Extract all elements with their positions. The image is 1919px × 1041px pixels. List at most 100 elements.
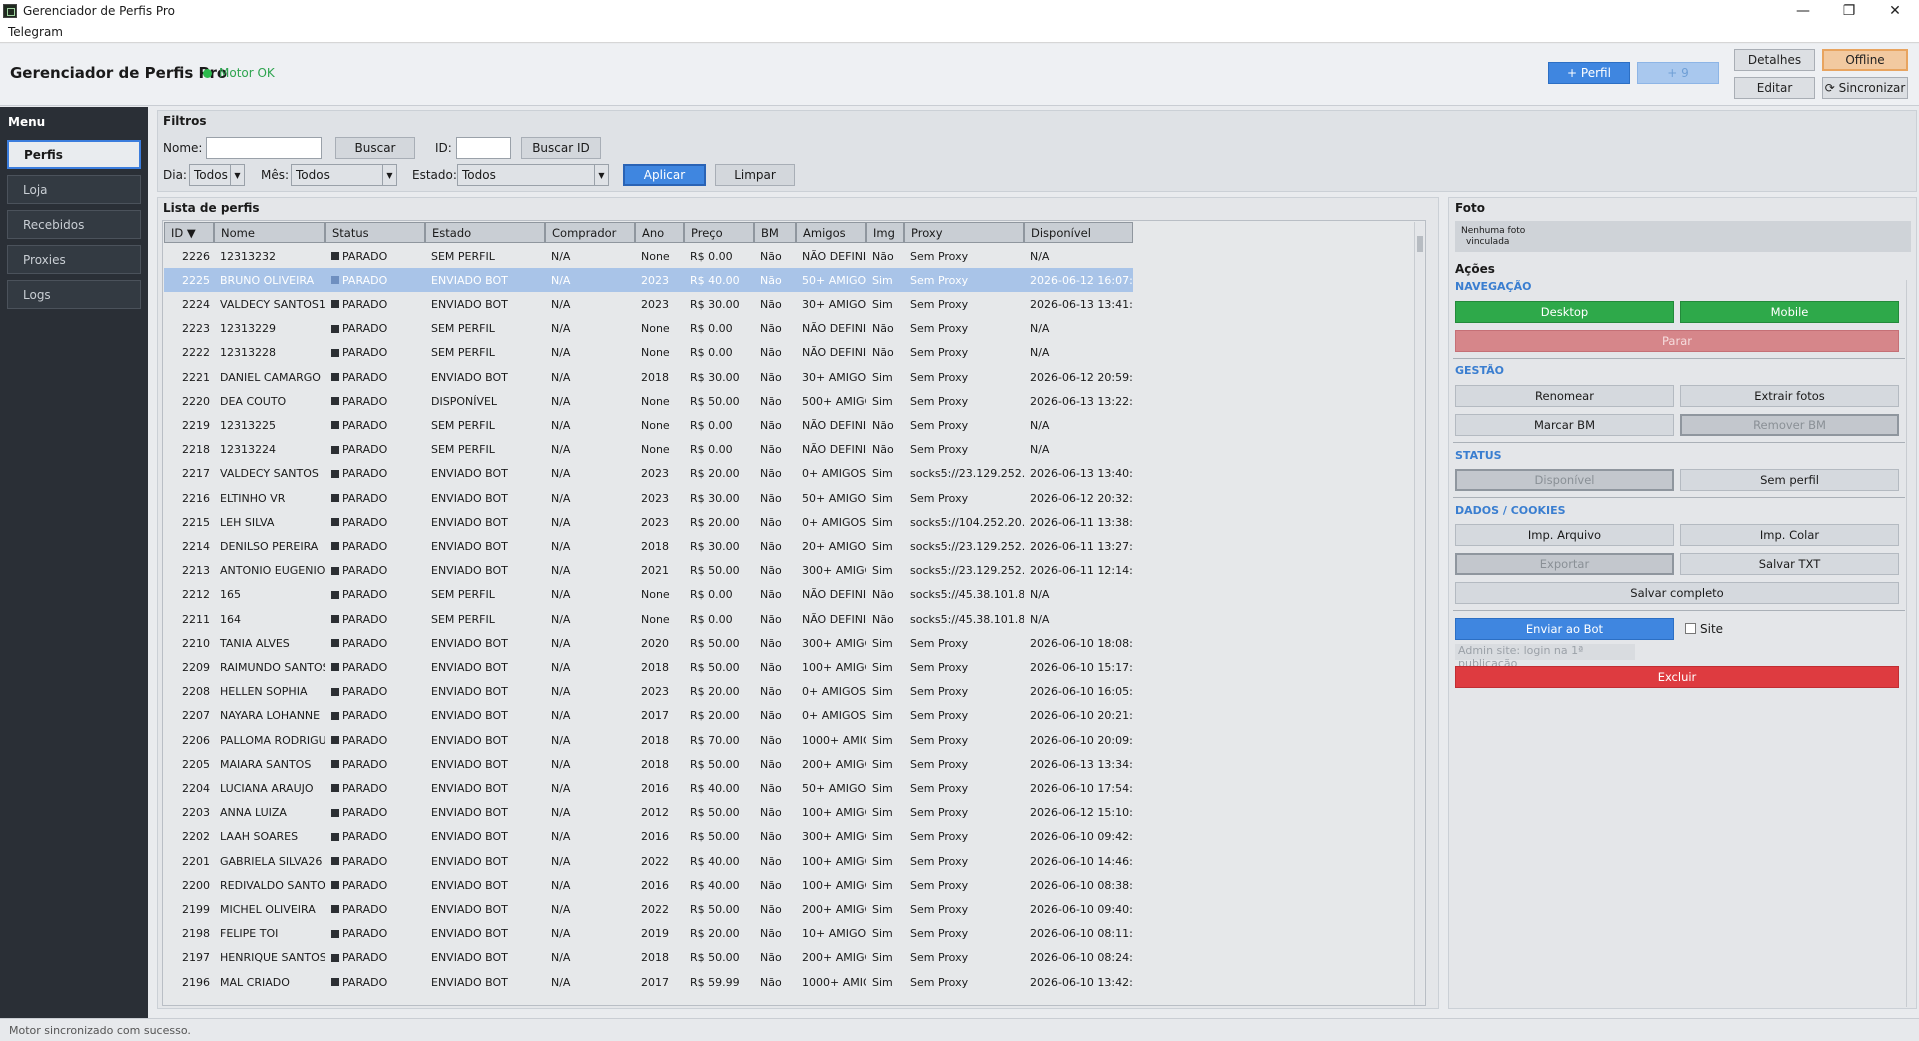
column-header-status[interactable]: Status <box>325 222 425 243</box>
mobile-button[interactable]: Mobile <box>1680 301 1899 323</box>
close-button[interactable]: ✕ <box>1872 0 1918 22</box>
sidebar-item-perfis[interactable]: Perfis <box>7 140 141 169</box>
parar-button[interactable]: Parar <box>1455 330 1899 352</box>
table-row[interactable]: 2215 LEH SILVA PARADO ENVIADO BOT N/A 2023 R$ … <box>164 510 1133 534</box>
table-row[interactable]: 2224 VALDECY SANTOS1 PARADO ENVIADO BOT N/A 2… <box>164 292 1133 316</box>
table-row[interactable]: 2207 NAYARA LOHANNE PARADO ENVIADO BOT N/A 20… <box>164 704 1133 728</box>
detalhes-button[interactable]: Detalhes <box>1734 49 1815 71</box>
column-header-id[interactable]: ID ▼ <box>164 222 214 243</box>
table-row[interactable]: 2225 BRUNO OLIVEIRA PARADO ENVIADO BOT N/A 20… <box>164 268 1133 293</box>
nome-input[interactable] <box>206 137 322 159</box>
add-nine-button[interactable]: + 9 <box>1637 62 1719 84</box>
buscar-button[interactable]: Buscar <box>335 137 415 159</box>
maximize-button[interactable]: ❐ <box>1826 0 1872 22</box>
sidebar-item-logs[interactable]: Logs <box>7 280 141 309</box>
column-header-img[interactable]: Img <box>866 222 904 243</box>
menu-telegram[interactable]: Telegram <box>8 25 63 39</box>
exportar-button[interactable]: Exportar <box>1455 553 1674 575</box>
table-row[interactable]: 2218 12313224 PARADO SEM PERFIL N/A None R$ 0.… <box>164 438 1133 462</box>
minimize-button[interactable]: — <box>1780 0 1826 22</box>
cell-comprador: N/A <box>551 515 571 529</box>
table-row[interactable]: 2200 REDIVALDO SANTOS PARADO ENVIADO BOT N/A… <box>164 873 1133 897</box>
table-row[interactable]: 2219 12313225 PARADO SEM PERFIL N/A None R$ 0.… <box>164 413 1133 437</box>
sidebar-item-loja[interactable]: Loja <box>7 175 141 204</box>
table-row[interactable]: 2198 FELIPE TOI PARADO ENVIADO BOT N/A 2019 R$… <box>164 922 1133 946</box>
table-row[interactable]: 2205 MAIARA SANTOS PARADO ENVIADO BOT N/A 201… <box>164 752 1133 776</box>
profiles-table[interactable]: ID ▼ Nome Status Estado Comprador Ano Preço BM A… <box>162 220 1426 1006</box>
cell-preco: R$ 50.00 <box>690 806 740 820</box>
salvar-txt-button[interactable]: Salvar TXT <box>1680 553 1899 575</box>
sidebar-item-proxies[interactable]: Proxies <box>7 245 141 274</box>
table-row[interactable]: 2208 HELLEN SOPHIA PARADO ENVIADO BOT N/A 202… <box>164 680 1133 704</box>
column-header-nome[interactable]: Nome <box>214 222 325 243</box>
table-row[interactable]: 2201 GABRIELA SILVA26 PARADO ENVIADO BOT N/A… <box>164 849 1133 873</box>
table-scrollbar[interactable] <box>1414 222 1424 1005</box>
sidebar-item-recebidos[interactable]: Recebidos <box>7 210 141 239</box>
salvar-completo-button[interactable]: Salvar completo <box>1455 582 1899 604</box>
excluir-button[interactable]: Excluir <box>1455 666 1899 688</box>
sincronizar-button[interactable]: ⟳ Sincronizar <box>1822 77 1908 99</box>
cell-preco: R$ 0.00 <box>690 322 733 336</box>
cell-img: Sim <box>872 927 893 941</box>
table-row[interactable]: 2222 12313228 PARADO SEM PERFIL N/A None R$ 0.… <box>164 341 1133 365</box>
table-row[interactable]: 2220 DEA COUTO PARADO DISPONÍVEL N/A None R$ 5… <box>164 389 1133 413</box>
actions-scrollbar[interactable] <box>1906 280 1914 1007</box>
estado-select[interactable]: Todos ▼ <box>457 164 609 186</box>
table-row[interactable]: 2203 ANNA LUIZA PARADO ENVIADO BOT N/A 2012 R$… <box>164 801 1133 825</box>
table-row[interactable]: 2209 RAIMUNDO SANTOS PARADO ENVIADO BOT N/A 2… <box>164 655 1133 679</box>
dia-select[interactable]: Todos ▼ <box>189 164 245 186</box>
limpar-button[interactable]: Limpar <box>715 164 795 186</box>
cell-proxy: Sem Proxy <box>910 346 969 360</box>
remover-bm-button[interactable]: Remover BM <box>1680 414 1899 436</box>
site-checkbox[interactable] <box>1685 623 1696 634</box>
desktop-button[interactable]: Desktop <box>1455 301 1674 323</box>
table-row[interactable]: 2223 12313229 PARADO SEM PERFIL N/A None R$ 0.… <box>164 317 1133 341</box>
column-header-amigos[interactable]: Amigos <box>796 222 866 243</box>
mes-select[interactable]: Todos ▼ <box>291 164 397 186</box>
column-header-comprador[interactable]: Comprador <box>545 222 635 243</box>
buscar-id-button[interactable]: Buscar ID <box>521 137 601 159</box>
column-header-preco[interactable]: Preço <box>684 222 754 243</box>
cell-comprador: N/A <box>551 539 571 553</box>
cell-comprador: N/A <box>551 854 571 868</box>
id-input[interactable] <box>456 137 511 159</box>
table-row[interactable]: 2199 MICHEL OLIVEIRA PARADO ENVIADO BOT N/A 2… <box>164 897 1133 921</box>
status-text: PARADO <box>342 612 388 626</box>
imp-arquivo-button[interactable]: Imp. Arquivo <box>1455 524 1674 546</box>
renomear-button[interactable]: Renomear <box>1455 385 1674 407</box>
scrollbar-thumb[interactable] <box>1417 236 1423 252</box>
aplicar-button[interactable]: Aplicar <box>623 164 706 186</box>
cell-estado: ENVIADO BOT <box>431 370 508 384</box>
extrair-fotos-button[interactable]: Extrair fotos <box>1680 385 1899 407</box>
table-row[interactable]: 2212 165 PARADO SEM PERFIL N/A None R$ 0.00 Não… <box>164 583 1133 607</box>
table-row[interactable]: 2206 PALLOMA RODRIGU PARADO ENVIADO BOT N/A 2… <box>164 728 1133 752</box>
add-perfil-button[interactable]: + Perfil <box>1548 62 1630 84</box>
offline-button[interactable]: Offline <box>1822 49 1908 71</box>
table-row[interactable]: 2211 164 PARADO SEM PERFIL N/A None R$ 0.00 Não… <box>164 607 1133 631</box>
table-row[interactable]: 2210 TANIA ALVES PARADO ENVIADO BOT N/A 2020 R… <box>164 631 1133 655</box>
disponivel-button[interactable]: Disponível <box>1455 469 1674 491</box>
table-row[interactable]: 2197 HENRIQUE SANTOS PARADO ENVIADO BOT N/A 2… <box>164 946 1133 970</box>
cell-bm: Não <box>760 394 782 408</box>
table-row[interactable]: 2221 DANIEL CAMARGO PARADO ENVIADO BOT N/A 20… <box>164 365 1133 389</box>
column-header-bm[interactable]: BM <box>754 222 796 243</box>
imp-colar-button[interactable]: Imp. Colar <box>1680 524 1899 546</box>
table-row[interactable]: 2214 DENILSO PEREIRA PARADO ENVIADO BOT N/A 2… <box>164 534 1133 558</box>
table-row[interactable]: 2226 12313232 PARADO SEM PERFIL N/A None R$ 0.… <box>164 244 1133 268</box>
table-row[interactable]: 2217 VALDECY SANTOS PARADO ENVIADO BOT N/A 20… <box>164 462 1133 486</box>
table-row[interactable]: 2216 ELTINHO VR PARADO ENVIADO BOT N/A 2023 R$… <box>164 486 1133 510</box>
column-header-disponivel[interactable]: Disponível <box>1024 222 1133 243</box>
cell-comprador: N/A <box>551 612 571 626</box>
column-header-estado[interactable]: Estado <box>425 222 545 243</box>
editar-button[interactable]: Editar <box>1734 77 1815 99</box>
table-row[interactable]: 2196 MAL CRIADO PARADO ENVIADO BOT N/A 2017 R$… <box>164 970 1133 994</box>
cell-id: 2214 <box>182 539 210 553</box>
table-row[interactable]: 2204 LUCIANA ARAUJO PARADO ENVIADO BOT N/A 20… <box>164 776 1133 800</box>
sem-perfil-button[interactable]: Sem perfil <box>1680 469 1899 491</box>
column-header-proxy[interactable]: Proxy <box>904 222 1024 243</box>
table-row[interactable]: 2213 ANTONIO EUGENIO PARADO ENVIADO BOT N/A 2… <box>164 559 1133 583</box>
marcar-bm-button[interactable]: Marcar BM <box>1455 414 1674 436</box>
enviar-bot-button[interactable]: Enviar ao Bot <box>1455 618 1674 640</box>
column-header-ano[interactable]: Ano <box>635 222 684 243</box>
table-row[interactable]: 2202 LAAH SOARES PARADO ENVIADO BOT N/A 2016 R… <box>164 825 1133 849</box>
